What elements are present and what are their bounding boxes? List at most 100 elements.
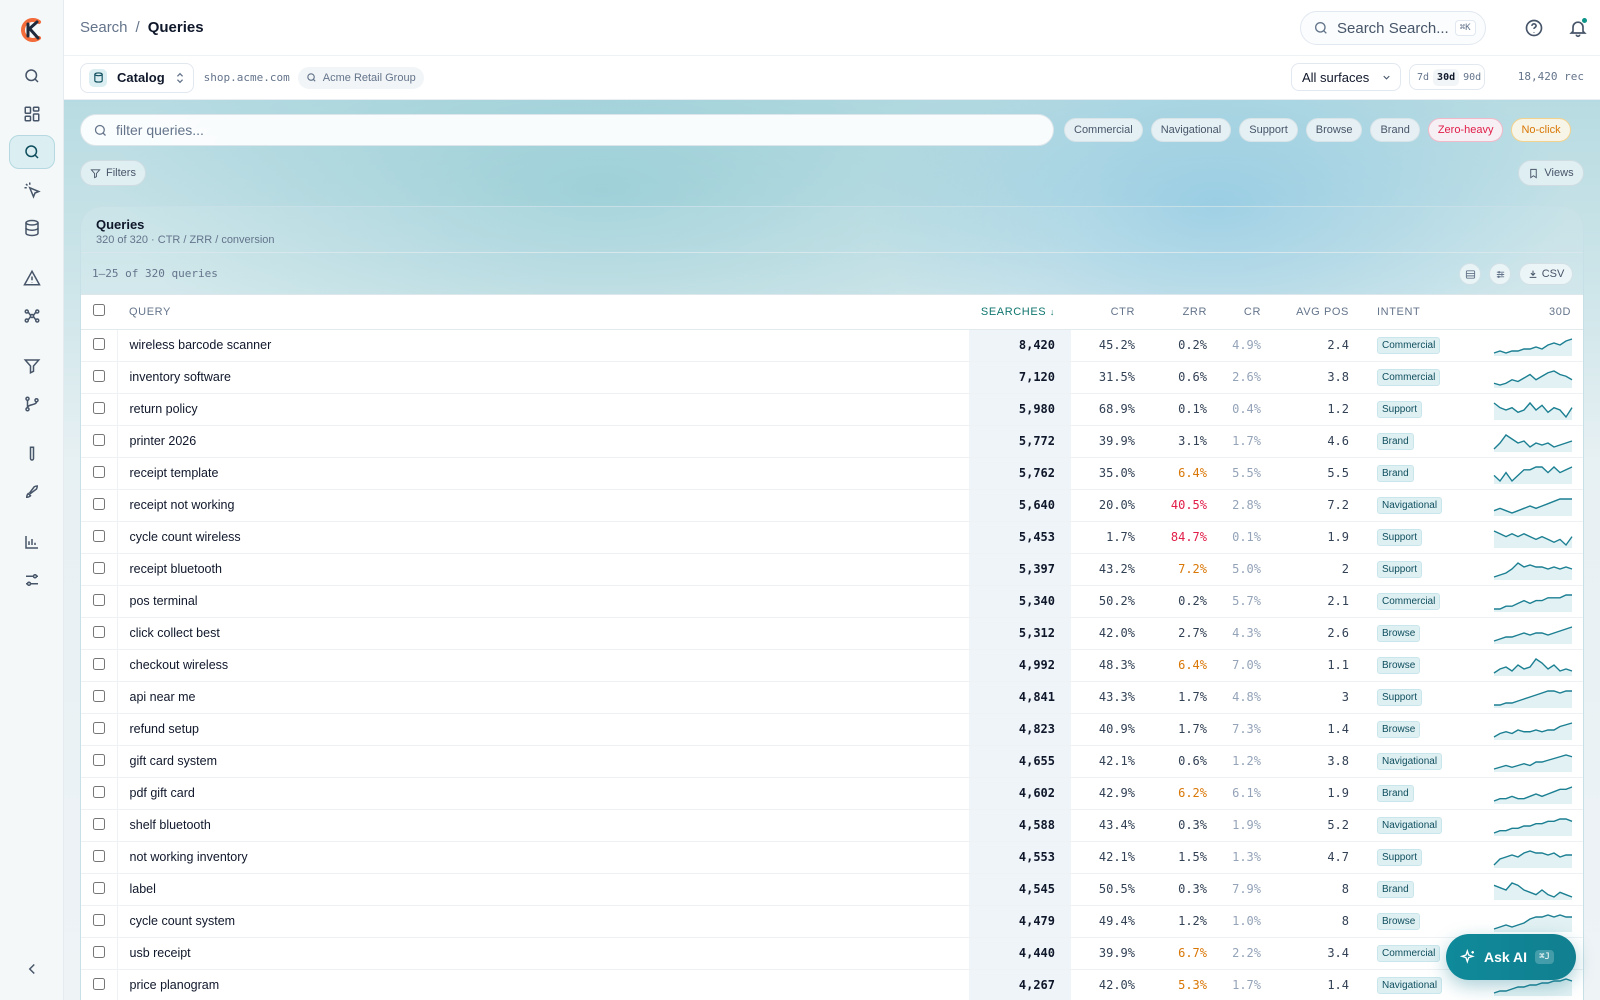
query-cell[interactable]: api near me <box>117 681 969 714</box>
rail-branch-icon[interactable] <box>9 387 55 421</box>
range-7d[interactable]: 7d <box>1413 69 1433 86</box>
col-intent[interactable]: INTENT <box>1355 295 1469 330</box>
breadcrumb-root[interactable]: Search <box>80 19 128 36</box>
collapse-rail-chevron-icon[interactable] <box>9 952 55 986</box>
query-cell[interactable]: cycle count system <box>117 905 969 938</box>
col-trend[interactable]: 30D <box>1469 295 1583 330</box>
row-checkbox[interactable] <box>92 977 105 990</box>
table-row[interactable]: cycle count system 4,479 49.4% 1.2% 1.0% 8 Bro… <box>81 905 1583 938</box>
rail-graph-icon[interactable] <box>9 299 55 333</box>
row-checkbox[interactable] <box>92 561 105 574</box>
table-row[interactable]: receipt bluetooth 5,397 43.2% 7.2% 5.0% 2 Supp… <box>81 553 1583 586</box>
row-checkbox[interactable] <box>92 753 105 766</box>
rail-settings-icon[interactable] <box>9 563 55 597</box>
query-cell[interactable]: not working inventory <box>117 841 969 874</box>
select-all-checkbox[interactable] <box>93 304 105 317</box>
query-cell[interactable]: gift card system <box>117 745 969 778</box>
row-checkbox[interactable] <box>92 785 105 798</box>
row-checkbox[interactable] <box>92 593 105 606</box>
query-cell[interactable]: receipt template <box>117 457 969 490</box>
query-cell[interactable]: receipt bluetooth <box>117 553 969 586</box>
table-row[interactable]: receipt not working 5,640 20.0% 40.5% 2.8% 7.… <box>81 489 1583 522</box>
table-row[interactable]: api near me 4,841 43.3% 1.7% 4.8% 3 Support <box>81 681 1583 714</box>
rail-database-icon[interactable] <box>9 211 55 245</box>
table-row[interactable]: click collect best 5,312 42.0% 2.7% 4.3% 2.6 B… <box>81 617 1583 650</box>
notifications-button[interactable] <box>1568 17 1588 38</box>
query-cell[interactable]: return policy <box>117 393 969 426</box>
chip-no-click[interactable]: No-click <box>1511 118 1571 142</box>
filter-queries-input[interactable] <box>116 122 1016 138</box>
rail-click-icon[interactable] <box>9 173 55 207</box>
chip-navigational[interactable]: Navigational <box>1150 118 1232 142</box>
col-avg-pos[interactable]: AVG POS <box>1267 295 1355 330</box>
chip-browse[interactable]: Browse <box>1305 118 1363 142</box>
query-cell[interactable]: refund setup <box>117 713 969 746</box>
app-logo[interactable] <box>17 15 47 45</box>
table-row[interactable]: pos terminal 5,340 50.2% 0.2% 5.7% 2.1 Commerc… <box>81 585 1583 618</box>
query-cell[interactable]: pos terminal <box>117 585 969 618</box>
query-cell[interactable]: checkout wireless <box>117 649 969 682</box>
row-checkbox[interactable] <box>92 849 105 862</box>
surface-select[interactable]: All surfaces <box>1291 63 1401 91</box>
row-checkbox[interactable] <box>92 401 105 414</box>
filters-button[interactable]: Filters <box>80 160 146 186</box>
density-button[interactable] <box>1459 263 1481 285</box>
row-checkbox[interactable] <box>92 817 105 830</box>
col-query[interactable]: QUERY <box>117 295 969 330</box>
rail-rocket-icon[interactable] <box>9 475 55 509</box>
query-cell[interactable]: shelf bluetooth <box>117 809 969 842</box>
table-row[interactable]: return policy 5,980 68.9% 0.1% 0.4% 1.2 Suppor… <box>81 393 1583 426</box>
chip-zero-heavy[interactable]: Zero-heavy <box>1427 118 1504 142</box>
rail-bar-chart-icon[interactable] <box>9 525 55 559</box>
rail-alert-icon[interactable] <box>9 261 55 295</box>
query-cell[interactable]: price planogram <box>117 969 969 1000</box>
query-cell[interactable]: receipt not working <box>117 489 969 522</box>
table-row[interactable]: wireless barcode scanner 8,420 45.2% 0.2% 4.… <box>81 329 1583 362</box>
row-checkbox[interactable] <box>92 497 105 510</box>
table-row[interactable]: label 4,545 50.5% 0.3% 7.9% 8 Brand <box>81 873 1583 906</box>
table-row[interactable]: inventory software 7,120 31.5% 0.6% 2.6% 3.8 C… <box>81 361 1583 394</box>
row-checkbox[interactable] <box>92 433 105 446</box>
row-checkbox[interactable] <box>92 337 105 350</box>
table-row[interactable]: shelf bluetooth 4,588 43.4% 0.3% 1.9% 5.2 Navi… <box>81 809 1583 842</box>
row-checkbox[interactable] <box>92 689 105 702</box>
csv-export-button[interactable]: CSV <box>1519 263 1573 285</box>
rail-dashboard-icon[interactable] <box>9 97 55 131</box>
table-row[interactable]: price planogram 4,267 42.0% 5.3% 1.7% 1.4 Navi… <box>81 969 1583 1000</box>
catalog-selector[interactable]: Catalog <box>80 62 194 93</box>
row-checkbox[interactable] <box>92 529 105 542</box>
table-row[interactable]: usb receipt 4,440 39.9% 6.7% 2.2% 3.4 Commerci… <box>81 937 1583 970</box>
table-row[interactable]: receipt template 5,762 35.0% 6.4% 5.5% 5.5 Bra… <box>81 457 1583 490</box>
global-search[interactable]: Search Search... ⌘K <box>1300 11 1486 45</box>
rail-search-icon[interactable] <box>9 59 55 93</box>
query-cell[interactable]: label <box>117 873 969 906</box>
table-row[interactable]: not working inventory 4,553 42.1% 1.5% 1.3% 4… <box>81 841 1583 874</box>
col-ctr[interactable]: CTR <box>1071 295 1141 330</box>
query-cell[interactable]: pdf gift card <box>117 777 969 810</box>
col-zrr[interactable]: ZRR <box>1141 295 1213 330</box>
table-row[interactable]: pdf gift card 4,602 42.9% 6.2% 6.1% 1.9 Brand <box>81 777 1583 810</box>
table-row[interactable]: printer 2026 5,772 39.9% 3.1% 1.7% 4.6 Brand <box>81 425 1583 458</box>
help-icon[interactable] <box>1524 18 1544 38</box>
query-cell[interactable]: cycle count wireless <box>117 521 969 554</box>
chip-commercial[interactable]: Commercial <box>1064 118 1143 142</box>
row-checkbox[interactable] <box>92 881 105 894</box>
row-checkbox[interactable] <box>92 465 105 478</box>
query-cell[interactable]: printer 2026 <box>117 425 969 458</box>
query-cell[interactable]: usb receipt <box>117 937 969 970</box>
table-row[interactable]: checkout wireless 4,992 48.3% 6.4% 7.0% 1.1 Br… <box>81 649 1583 682</box>
range-30d[interactable]: 30d <box>1433 68 1460 86</box>
row-checkbox[interactable] <box>92 721 105 734</box>
rail-filter-icon[interactable] <box>9 349 55 383</box>
chip-support[interactable]: Support <box>1239 118 1298 142</box>
query-cell[interactable]: wireless barcode scanner <box>117 329 969 362</box>
row-checkbox[interactable] <box>92 369 105 382</box>
query-cell[interactable]: inventory software <box>117 361 969 394</box>
row-checkbox[interactable] <box>92 945 105 958</box>
org-pill[interactable]: Acme Retail Group <box>297 66 424 89</box>
row-checkbox[interactable] <box>92 913 105 926</box>
views-button[interactable]: Views <box>1518 160 1584 186</box>
ask-ai-button[interactable]: Ask AI ⌘J <box>1446 934 1576 980</box>
col-cr[interactable]: CR <box>1213 295 1267 330</box>
table-row[interactable]: refund setup 4,823 40.9% 1.7% 7.3% 1.4 Browse <box>81 713 1583 746</box>
